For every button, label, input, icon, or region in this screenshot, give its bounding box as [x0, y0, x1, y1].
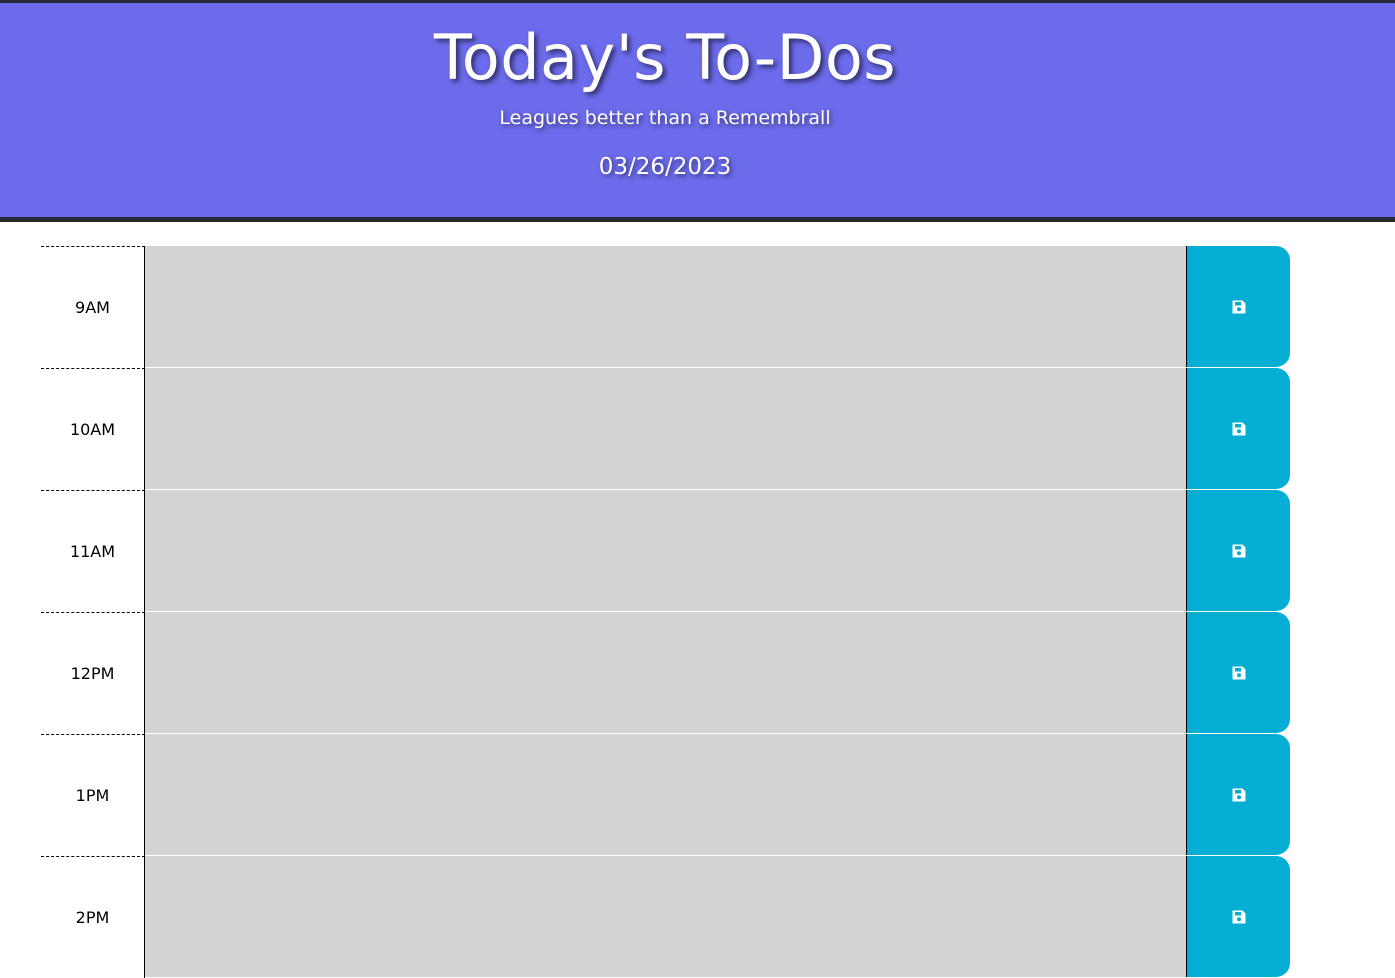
- description-textarea[interactable]: [145, 612, 1186, 734]
- time-block-row: 11AM: [41, 490, 1290, 612]
- save-button[interactable]: [1186, 734, 1290, 855]
- save-button[interactable]: [1186, 368, 1290, 489]
- save-button[interactable]: [1186, 856, 1290, 977]
- description-textarea[interactable]: [145, 734, 1186, 856]
- hour-label: 10AM: [41, 368, 145, 490]
- time-block-row: 1PM: [41, 734, 1290, 856]
- description-textarea[interactable]: [145, 246, 1186, 368]
- save-button[interactable]: [1186, 490, 1290, 611]
- hour-label: 12PM: [41, 612, 145, 734]
- save-button[interactable]: [1186, 612, 1290, 733]
- page-header: Today's To-Dos Leagues better than a Rem…: [0, 0, 1395, 222]
- floppy-disk-icon: [1231, 787, 1247, 803]
- hour-label: 9AM: [41, 246, 145, 368]
- time-block-row: 2PM: [41, 856, 1290, 978]
- hour-label: 2PM: [41, 856, 145, 978]
- save-button[interactable]: [1186, 246, 1290, 367]
- floppy-disk-icon: [1231, 665, 1247, 681]
- description-textarea[interactable]: [145, 368, 1186, 490]
- page-title: Today's To-Dos: [433, 21, 897, 94]
- page-subtitle: Leagues better than a Remembrall: [499, 107, 831, 129]
- description-textarea[interactable]: [145, 856, 1186, 978]
- floppy-disk-icon: [1231, 299, 1247, 315]
- description-textarea[interactable]: [145, 490, 1186, 612]
- hour-label: 1PM: [41, 734, 145, 856]
- time-block-row: 12PM: [41, 612, 1290, 734]
- time-block-list: 9AM 10AM 11AM 12PM 1PM 2PM: [41, 246, 1290, 978]
- time-block-row: 10AM: [41, 368, 1290, 490]
- floppy-disk-icon: [1231, 421, 1247, 437]
- current-date: 03/26/2023: [598, 154, 732, 180]
- floppy-disk-icon: [1231, 909, 1247, 925]
- floppy-disk-icon: [1231, 543, 1247, 559]
- hour-label: 11AM: [41, 490, 145, 612]
- time-block-row: 9AM: [41, 246, 1290, 368]
